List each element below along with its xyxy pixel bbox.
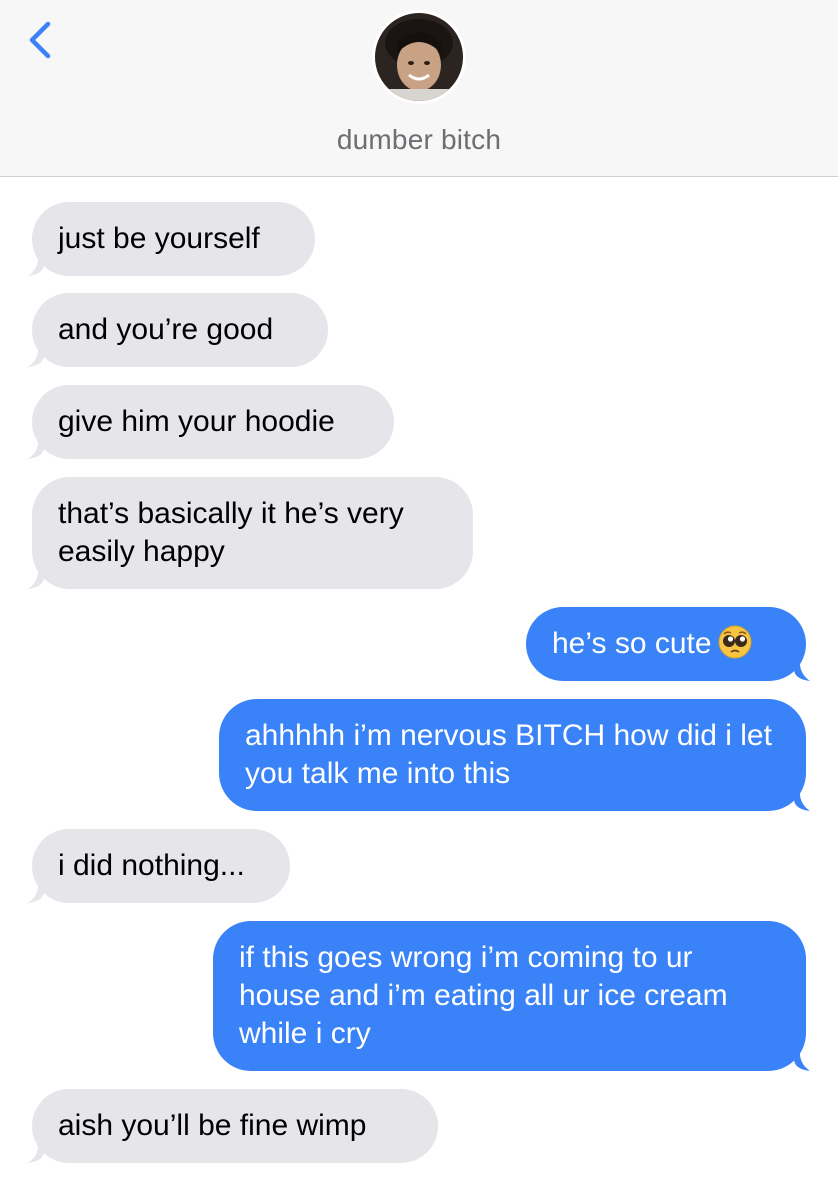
bubble-tail (786, 655, 814, 681)
message-text: i did nothing... (58, 849, 245, 882)
message-bubble-outgoing[interactable]: if this goes wrong i’m coming to ur hous… (213, 921, 810, 1071)
message-thread[interactable]: just be yourself and you’re good give hi… (0, 177, 838, 1200)
message-bubble-incoming[interactable]: that’s basically it he’s very easily hap… (28, 477, 473, 589)
conversation-header: dumber bitch (0, 0, 838, 177)
message-text: that’s basically it he’s very easily hap… (58, 497, 404, 568)
message-bubble-incoming[interactable]: just be yourself (28, 202, 315, 276)
message-bubble-outgoing[interactable]: ahhhhh i’m nervous BITCH how did i let y… (219, 699, 810, 811)
contact-name[interactable]: dumber bitch (0, 124, 838, 156)
back-button[interactable] (20, 18, 64, 62)
message-text: ahhhhh i’m nervous BITCH how did i let y… (245, 719, 772, 790)
message-text: give him your hoodie (58, 405, 335, 438)
bubble-tail (24, 341, 52, 367)
message-text: if this goes wrong i’m coming to ur hous… (239, 941, 728, 1050)
bubble-tail (786, 1045, 814, 1071)
chevron-left-icon (20, 18, 64, 62)
message-bubble-outgoing[interactable]: he’s so cute (526, 607, 810, 681)
bubble-tail (786, 785, 814, 811)
avatar[interactable] (372, 10, 466, 104)
message-bubble-incoming[interactable]: i did nothing... (28, 829, 290, 903)
message-text: just be yourself (58, 222, 260, 255)
message-bubble-incoming[interactable]: aish you’ll be fine wimp (28, 1089, 438, 1163)
message-text: he’s so cute (552, 627, 712, 660)
message-text: aish you’ll be fine wimp (58, 1109, 367, 1142)
bubble-tail (24, 563, 52, 589)
bubble-tail (24, 433, 52, 459)
message-bubble-incoming[interactable]: give him your hoodie (28, 385, 394, 459)
bubble-tail (24, 1137, 52, 1163)
message-bubble-incoming[interactable]: and you’re good (28, 293, 328, 367)
bubble-tail (24, 877, 52, 903)
pleading-face-icon (718, 625, 752, 659)
message-text: and you’re good (58, 313, 274, 346)
bubble-tail (24, 250, 52, 276)
